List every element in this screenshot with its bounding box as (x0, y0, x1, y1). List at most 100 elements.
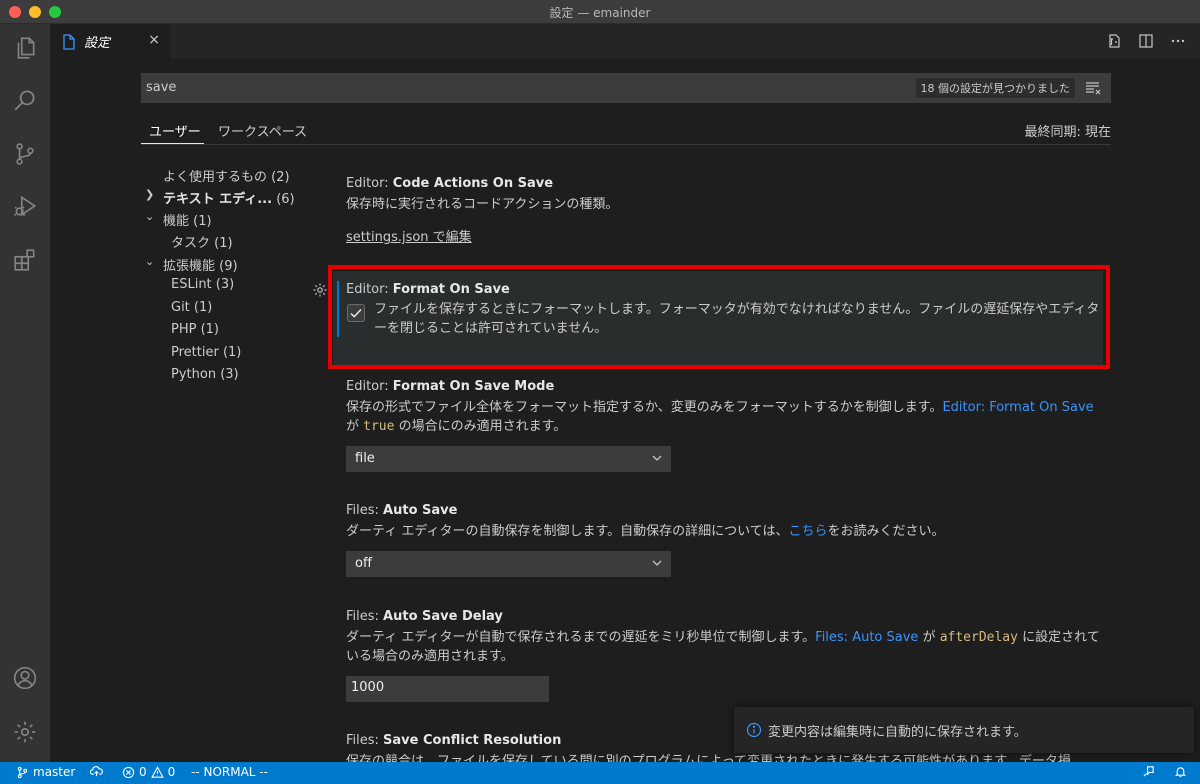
toc-item-label: PHP (1) (171, 322, 220, 337)
split-editor-icon[interactable] (1138, 33, 1154, 49)
toc-item-label: Prettier (1) (171, 345, 242, 360)
status-bar: master 0 0 -- NORMAL -- (0, 762, 1200, 784)
active-tab-indicator (141, 143, 204, 144)
setting-auto-save: Files: Auto Save ダーティ エディターの自動保存を制御します。自… (346, 503, 1106, 577)
highlight-annotation-box (328, 265, 1110, 369)
tab-user[interactable]: ユーザー (149, 121, 201, 140)
problems-status[interactable]: 0 0 (122, 765, 175, 779)
manage-gear-icon (14, 721, 36, 743)
notifications-button[interactable] (1174, 765, 1187, 778)
warning-count: 0 (167, 765, 176, 779)
extensions-button[interactable] (0, 236, 50, 284)
last-sync-status: 最終同期: 現在 (1024, 125, 1111, 140)
select-value: off (355, 556, 372, 571)
manage-button[interactable] (0, 708, 50, 756)
setting-description: ダーティ エディターが自動で保存されるまでの遅延をミリ秒単位で制御します。Fil… (346, 630, 1100, 664)
toc-item-label: テキスト エディ... (163, 192, 273, 207)
activity-bar (0, 24, 50, 762)
tab-close-button[interactable]: × (148, 32, 160, 48)
toc-item[interactable]: よく使用するもの (2) (141, 166, 311, 186)
toc-item-label: 拡張機能 (9) (163, 259, 238, 274)
clear-filter-icon[interactable] (1085, 80, 1101, 96)
open-settings-json-icon[interactable] (1106, 33, 1122, 49)
branch-name: master (33, 765, 76, 779)
toc-item[interactable]: ESLint (3) (141, 277, 311, 297)
search-view-button[interactable] (0, 76, 50, 124)
setting-title: Files: Auto Save Delay (346, 609, 503, 624)
error-count: 0 (139, 765, 147, 779)
setting-description: 保存時に実行されるコードアクションの種類。 (346, 197, 619, 212)
setting-reference-link[interactable]: Editor: Format On Save (942, 400, 1093, 415)
run-debug-icon (14, 195, 37, 217)
setting-reference-link[interactable]: Files: Auto Save (815, 630, 918, 645)
editor-actions (1106, 33, 1186, 49)
vim-mode: -- NORMAL -- (191, 765, 268, 779)
title-bar: 設定 — emainder (0, 0, 1200, 24)
account-icon (13, 666, 37, 690)
auto-save-select[interactable]: off (346, 551, 671, 577)
toc-item-count: (6) (276, 192, 295, 207)
chevron-down-icon: ⌄ (145, 255, 155, 268)
notification-toast[interactable]: 変更内容は編集時に自動的に保存されます。 (734, 707, 1194, 753)
source-control-icon (16, 143, 34, 165)
run-debug-button[interactable] (0, 182, 50, 230)
files-icon (17, 37, 35, 59)
setting-description: 保存の競合は、ファイルを保存している間に別のプログラムによって変更されたときに発… (346, 754, 1071, 762)
toc-item[interactable]: タスク (1) (141, 232, 311, 252)
toc-item-label: 機能 (1) (163, 214, 212, 229)
notification-text: 変更内容は編集時に自動的に保存されます。 (768, 725, 1027, 740)
toc-item[interactable]: Git (1) (141, 300, 311, 320)
toc-item-label: ESLint (3) (171, 277, 235, 292)
toc-item[interactable]: ❯ テキスト エディ... (6) (141, 188, 311, 208)
explorer-button[interactable] (0, 24, 50, 72)
tab-label: 設定 (84, 36, 111, 51)
tab-settings[interactable]: 設定 × (50, 24, 170, 59)
accounts-button[interactable] (0, 654, 50, 702)
format-on-save-mode-select[interactable]: file (346, 446, 671, 472)
setting-title: Editor: Format On Save Mode (346, 379, 555, 394)
branch-status[interactable]: master (16, 765, 75, 779)
window-title: 設定 — emainder (549, 6, 651, 20)
toc-item[interactable]: Python (3) (141, 367, 311, 387)
auto-save-delay-input[interactable]: 1000 (346, 676, 549, 702)
input-value: 1000 (351, 680, 385, 695)
sync-status[interactable] (90, 765, 103, 778)
git-branch-icon (17, 766, 28, 778)
select-value: file (355, 451, 375, 466)
chevron-down-icon: ⌄ (145, 210, 155, 223)
settings-search-box[interactable]: save 18 個の設定が見つかりました (141, 73, 1111, 103)
source-control-button[interactable] (0, 130, 50, 178)
editor-tab-bar: 設定 × (50, 24, 1200, 59)
toc-item-label: Git (1) (171, 300, 213, 315)
tab-workspace[interactable]: ワークスペース (218, 121, 307, 140)
toc-item[interactable]: ⌄ 機能 (1) (141, 210, 311, 230)
setting-auto-save-delay: Files: Auto Save Delay ダーティ エディターが自動で保存さ… (346, 609, 1106, 702)
feedback-icon (1143, 766, 1154, 777)
toc-item-label: タスク (1) (171, 236, 233, 251)
feedback-button[interactable] (1142, 765, 1155, 778)
search-result-count: 18 個の設定が見つかりました (915, 78, 1075, 98)
chevron-down-icon (652, 560, 662, 566)
toc-item-label: よく使用するもの (2) (163, 170, 290, 185)
setting-gear-icon[interactable] (312, 282, 328, 298)
extensions-icon (14, 249, 35, 271)
code-value: true (363, 419, 395, 434)
auto-save-details-link[interactable]: こちら (789, 524, 828, 539)
setting-description: 保存の形式でファイル全体をフォーマット指定するか、変更のみをフォーマットするかを… (346, 400, 1094, 434)
setting-title: Files: Auto Save (346, 503, 458, 518)
bell-icon (1174, 767, 1187, 778)
search-input[interactable]: save (146, 80, 176, 95)
toc-item-label: Python (3) (171, 367, 239, 382)
setting-format-on-save-mode: Editor: Format On Save Mode 保存の形式でファイル全体… (346, 379, 1106, 472)
toc-item[interactable]: PHP (1) (141, 322, 311, 342)
warning-icon (150, 765, 164, 778)
toc-item[interactable]: ⌄ 拡張機能 (9) (141, 255, 311, 275)
settings-editor: save 18 個の設定が見つかりました ユーザー ワークスペース 最終同期: … (50, 59, 1200, 762)
search-icon (14, 90, 35, 111)
edit-in-settings-json-link[interactable]: settings.json で編集 (346, 230, 472, 245)
more-actions-icon[interactable] (1170, 33, 1186, 49)
toc-item[interactable]: Prettier (1) (141, 345, 311, 365)
code-value: afterDelay (939, 630, 1018, 645)
settings-scope-tabs: ユーザー ワークスペース 最終同期: 現在 (141, 119, 1111, 145)
chevron-right-icon: ❯ (145, 188, 155, 201)
